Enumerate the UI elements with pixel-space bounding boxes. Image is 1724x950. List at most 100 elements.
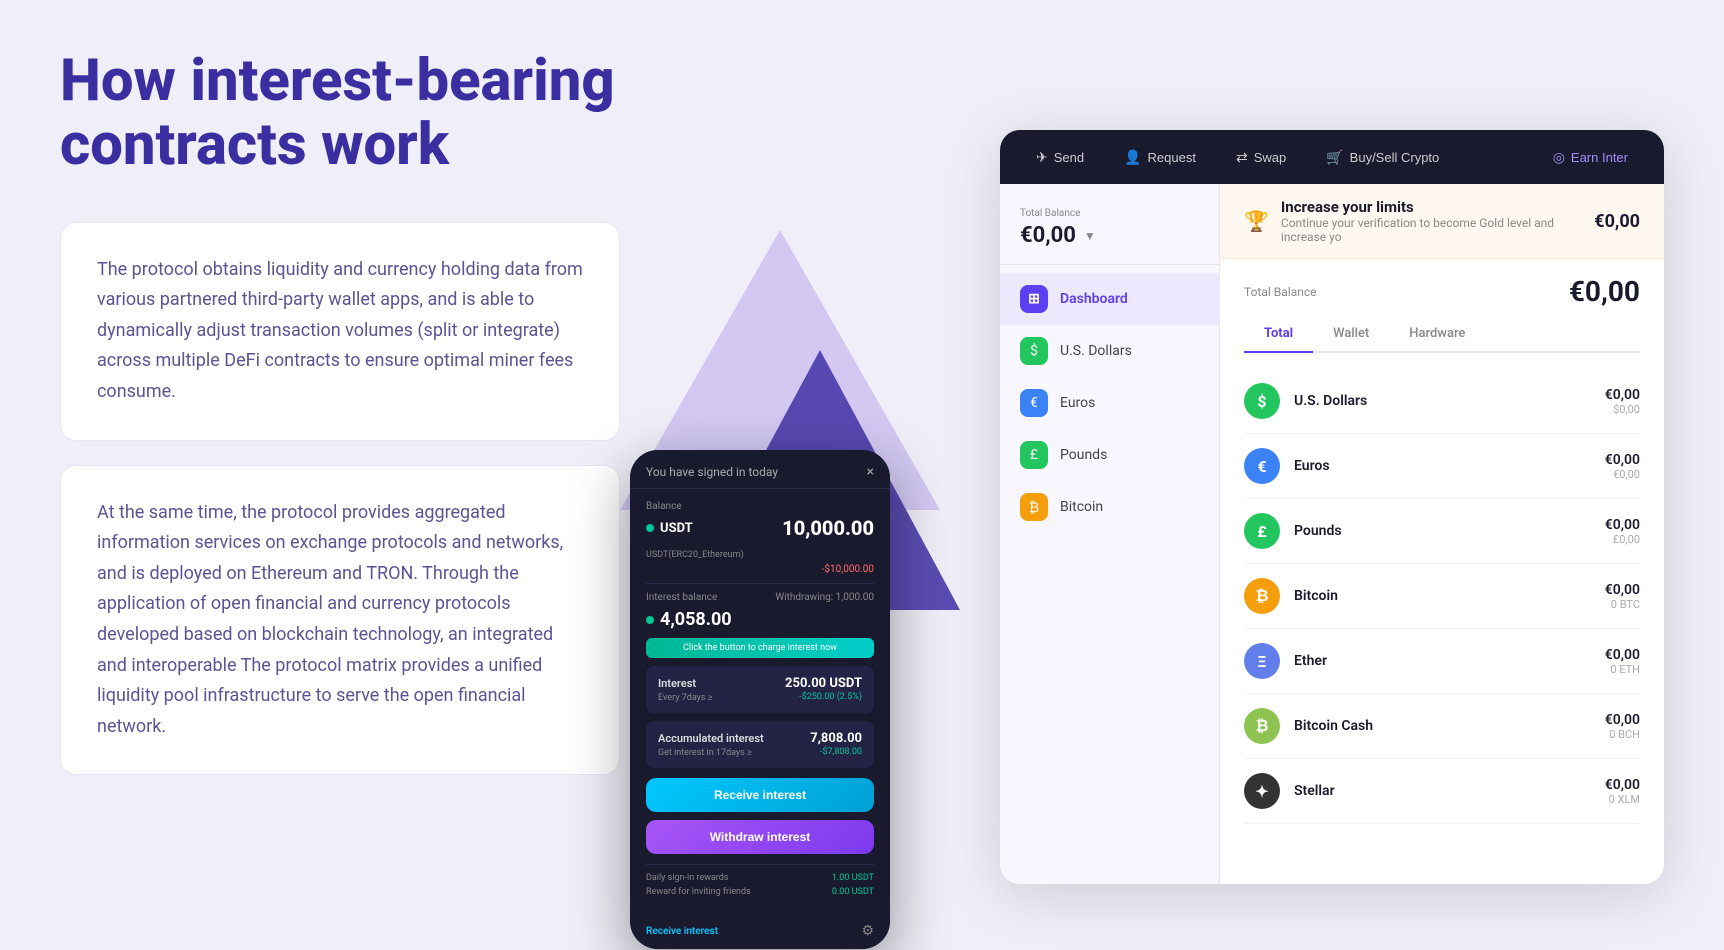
bch-fiat: €0,00 [1605,712,1640,728]
rewards-section: Daily sign-in rewards 1.00 USDT Reward f… [646,864,874,897]
sidebar-item-eur[interactable]: € Euros [1000,377,1219,429]
buy-sell-label: Buy/Sell Crypto [1350,150,1440,165]
sidebar-item-usd[interactable]: $ U.S. Dollars [1000,325,1219,377]
interest-card-val: 250.00 USDT [785,676,862,691]
dashboard-panel: ✈ Send 👤 Request ⇄ Swap 🛒 Buy/Sell Crypt… [1000,130,1664,884]
phone-close-icon[interactable]: × [867,464,874,480]
send-icon: ✈ [1036,149,1048,166]
bch-crypto-name: Bitcoin Cash [1294,718,1591,734]
crypto-item-gbp[interactable]: £ Pounds €0,00 £0,00 [1244,499,1640,564]
main-area: 🏆 Increase your limits Continue your ver… [1220,184,1664,884]
request-button[interactable]: 👤 Request [1108,141,1212,174]
xlm-fiat: €0,00 [1605,777,1640,793]
sidebar-item-btc[interactable]: ₿ Bitcoin [1000,481,1219,533]
phone-bottom: Receive interest ⚙ [630,913,890,949]
phone-body: Balance USDT 10,000.00 USDT(ERC20_Ethere… [630,489,890,913]
phone-coin-name: USDT [660,521,693,536]
request-icon: 👤 [1124,149,1141,166]
interest-big-dot [646,616,654,624]
notification-icon: 🏆 [1244,209,1269,233]
sidebar-item-eur-label: Euros [1060,395,1095,411]
interest-card-period: Every 7days ≥ [658,693,713,703]
sidebar-balance-amount: €0,00 ▼ [1020,223,1199,248]
buy-sell-button[interactable]: 🛒 Buy/Sell Crypto [1310,141,1455,174]
phone-balance-row: USDT 10,000.00 [646,516,874,540]
phone-settings-icon[interactable]: ⚙ [861,923,874,939]
sidebar-item-usd-label: U.S. Dollars [1060,343,1132,359]
bch-crypto-amounts: €0,00 0 BCH [1605,712,1640,741]
withdraw-interest-button[interactable]: Withdraw interest [646,820,874,854]
earn-label: Earn Inter [1571,150,1628,165]
crypto-item-usd[interactable]: $ U.S. Dollars €0,00 $0,00 [1244,369,1640,434]
notification-amount: €0,00 [1594,211,1640,232]
send-button[interactable]: ✈ Send [1020,141,1100,174]
phone-bottom-receive-btn[interactable]: Receive interest [646,926,718,937]
left-section: How interest-bearing contracts work The … [60,50,620,775]
tab-total[interactable]: Total [1244,316,1313,353]
btc-crypto-amounts: €0,00 0 BTC [1605,582,1640,611]
xlm-crypto-name: Stellar [1294,783,1591,799]
crypto-item-btc[interactable]: ₿ Bitcoin €0,00 0 BTC [1244,564,1640,629]
info-card-2-text: At the same time, the protocol provides … [97,498,583,743]
xlm-crypto-amounts: €0,00 0 XLM [1605,777,1640,806]
crypto-item-xlm[interactable]: ✦ Stellar €0,00 0 XLM [1244,759,1640,824]
interest-card: Interest 250.00 USDT Every 7days ≥ -$250… [646,666,874,713]
sidebar-balance-section: Total Balance €0,00 ▼ [1000,200,1219,265]
accumulated-row-2: Get interest in 17days ≥ -$7,808.00 [658,746,862,758]
request-label: Request [1148,150,1196,165]
xlm-crypto-icon: ✦ [1244,773,1280,809]
phone-balance-label: Balance [646,501,874,512]
gbp-crypto-name: Pounds [1294,523,1591,539]
withdrawing-label: Withdrawing: 1,000.00 [775,592,874,603]
gbp-coin: £0,00 [1605,533,1640,546]
gbp-crypto-amounts: €0,00 £0,00 [1605,517,1640,546]
swap-label: Swap [1254,150,1287,165]
sidebar-item-dashboard[interactable]: ⊞ Dashboard [1000,273,1219,325]
crypto-item-eth[interactable]: Ξ Ether €0,00 0 ETH [1244,629,1640,694]
accumulated-neg: -$7,808.00 [820,747,862,757]
balance-section: Total Balance €0,00 [1220,259,1664,316]
info-card-1-text: The protocol obtains liquidity and curre… [97,255,583,408]
usd-crypto-amounts: €0,00 $0,00 [1605,387,1640,416]
notification-subtitle: Continue your verification to become Gol… [1281,216,1582,244]
phone-coin-amount: 10,000.00 [782,516,874,540]
crypto-item-eur[interactable]: € Euros €0,00 €0,00 [1244,434,1640,499]
gbp-crypto-icon: £ [1244,513,1280,549]
info-card-2: At the same time, the protocol provides … [60,465,620,776]
accumulated-label: Accumulated interest [658,732,764,745]
coin-dot [646,524,654,532]
chevron-down-icon[interactable]: ▼ [1084,229,1096,243]
crypto-item-bch[interactable]: ₿ Bitcoin Cash €0,00 0 BCH [1244,694,1640,759]
phone-mock: You have signed in today × Balance USDT … [630,450,890,949]
balance-section-amount: €0,00 [1569,275,1640,308]
usd-crypto-name: U.S. Dollars [1294,393,1591,409]
sidebar-item-gbp[interactable]: £ Pounds [1000,429,1219,481]
phone-header: You have signed in today × [630,450,890,489]
eur-coin: €0,00 [1605,468,1640,481]
accumulated-val: 7,808.00 [810,731,862,746]
divider [646,583,874,584]
center-section: You have signed in today × Balance USDT … [660,150,960,950]
tab-wallet[interactable]: Wallet [1313,316,1389,353]
swap-button[interactable]: ⇄ Swap [1220,141,1302,174]
eur-crypto-name: Euros [1294,458,1591,474]
eth-crypto-amounts: €0,00 0 ETH [1605,647,1640,676]
info-card-1: The protocol obtains liquidity and curre… [60,222,620,441]
interest-card-row-2: Every 7days ≥ -$250.00 (2.5%) [658,691,862,703]
send-label: Send [1054,150,1084,165]
interest-card-neg: -$250.00 (2.5%) [799,692,862,702]
reward2-label: Reward for inviting friends [646,887,751,897]
accumulated-row-1: Accumulated interest 7,808.00 [658,731,862,746]
accumulated-sub: Get interest in 17days ≥ [658,748,752,758]
usd-crypto-icon: $ [1244,383,1280,419]
btc-coin: 0 BTC [1605,598,1640,611]
gbp-icon: £ [1020,441,1048,469]
click-banner[interactable]: Click the button to charge interest now [646,638,874,658]
receive-interest-button[interactable]: Receive interest [646,778,874,812]
earn-button[interactable]: ◎ Earn Inter [1537,141,1644,174]
sidebar-balance-label: Total Balance [1020,208,1199,219]
earn-icon: ◎ [1553,149,1565,166]
dashboard-icon: ⊞ [1020,285,1048,313]
tab-hardware[interactable]: Hardware [1389,316,1485,353]
eur-icon: € [1020,389,1048,417]
